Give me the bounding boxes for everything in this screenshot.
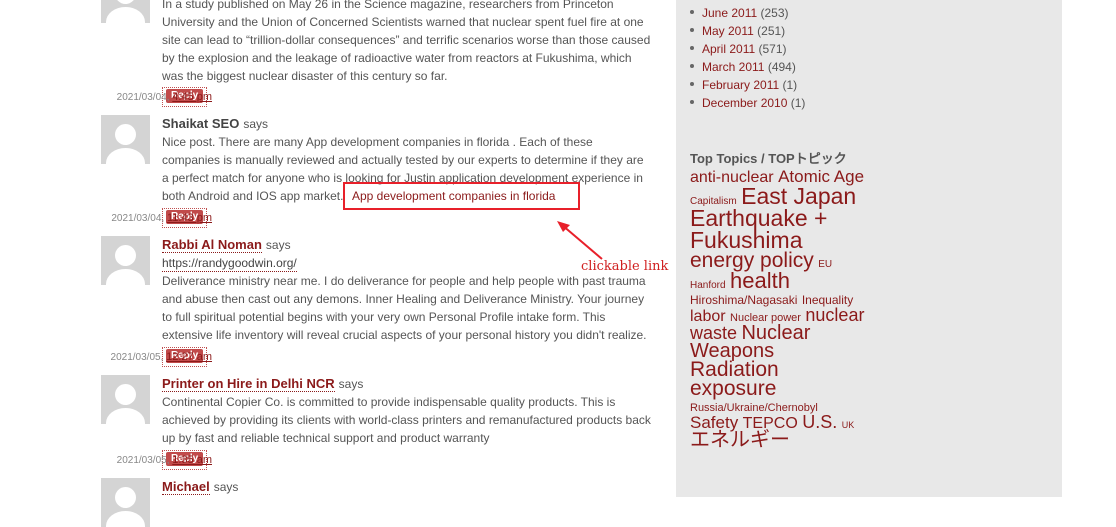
author-link[interactable]: Printer on Hire in Delhi NCR xyxy=(162,376,335,392)
tag-link[interactable]: エネルギー xyxy=(690,429,790,451)
archive-item[interactable]: December 2010 (1) xyxy=(688,94,805,112)
archive-item[interactable]: June 2011 (253) xyxy=(688,4,805,22)
comment-date: 2021/03/05, 12:27 am xyxy=(110,351,212,363)
tag-link[interactable]: Hanford xyxy=(690,280,726,291)
comment-author: Rabbi Al Noman says xyxy=(162,237,291,253)
comment-date: 2021/03/04, 4:45 pm xyxy=(116,91,212,103)
archive-item[interactable]: April 2011 (571) xyxy=(688,40,805,58)
annotation-highlight-box xyxy=(343,182,580,210)
comment-author: Michael says xyxy=(162,479,239,495)
avatar xyxy=(101,0,150,23)
tag-link[interactable]: Hiroshima/Nagasaki xyxy=(690,293,797,307)
comment-author: Printer on Hire in Delhi NCR says xyxy=(162,376,364,392)
tag-cloud: anti-nuclear Atomic Age Capitalism East … xyxy=(690,168,866,451)
archive-item[interactable]: February 2011 (1) xyxy=(688,76,805,94)
comment-body: Deliverance ministry near me. I do deliv… xyxy=(162,274,647,342)
avatar xyxy=(101,478,150,527)
avatar xyxy=(101,115,150,164)
topics-heading: Top Topics / TOPトピック xyxy=(690,151,847,166)
archive-item[interactable]: March 2011 (494) xyxy=(688,58,805,76)
archive-list: June 2011 (253) May 2011 (251) April 201… xyxy=(688,4,805,112)
comment-author: Shaikat SEO says xyxy=(162,116,268,131)
avatar xyxy=(101,236,150,285)
tag-link[interactable]: health xyxy=(730,268,790,293)
archive-item[interactable]: May 2011 (251) xyxy=(688,22,805,40)
author-link[interactable]: Michael xyxy=(162,479,210,495)
tag-link[interactable]: EU xyxy=(818,259,832,270)
comment-time-link[interactable]: 1:35 am xyxy=(172,454,212,466)
tag-link[interactable]: UK xyxy=(842,420,855,430)
avatar xyxy=(101,375,150,424)
author-url-link[interactable]: https://randygoodwin.org/ xyxy=(162,256,297,272)
author-link[interactable]: Rabbi Al Noman xyxy=(162,237,262,253)
comment-body: Continental Copier Co. is committed to p… xyxy=(162,395,651,445)
comment-date: 2021/03/05, 1:35 am xyxy=(116,454,212,466)
tag-link[interactable]: U.S. xyxy=(802,412,837,432)
comment-date: 2021/03/04, 11:43 pm xyxy=(111,212,212,224)
tag-link[interactable]: Radiation exposure xyxy=(690,358,779,400)
page-margin xyxy=(1062,0,1116,497)
comments-column: In a study published on May 26 in the Sc… xyxy=(0,0,675,527)
tag-link[interactable]: East Japan Earthquake + Fukushima xyxy=(690,183,856,253)
comment-body: In a study published on May 26 in the Sc… xyxy=(162,0,651,83)
comment-time-link[interactable]: 11:43 pm xyxy=(167,212,212,224)
annotation-label: clickable link xyxy=(581,259,669,274)
annotation-arrow-icon xyxy=(557,221,603,260)
comment-time-link[interactable]: 12:27 am xyxy=(166,351,212,363)
comment-time-link[interactable]: 4:45 pm xyxy=(172,91,212,103)
